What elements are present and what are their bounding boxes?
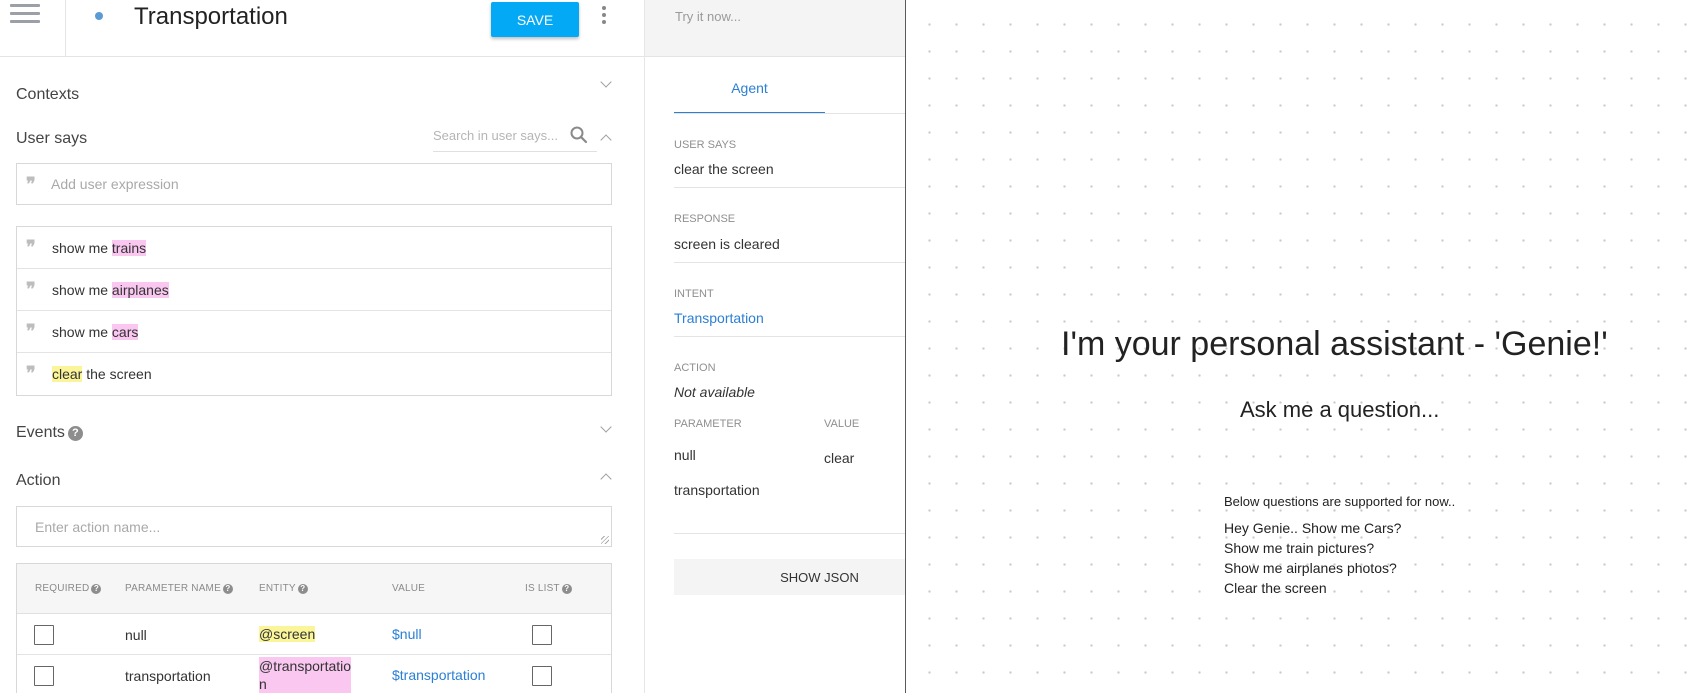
intent-title[interactable]: Transportation (134, 3, 288, 31)
user-says-section-title[interactable]: User says (16, 130, 87, 148)
app-root: Transportation SAVE Contexts User says ❞… (0, 0, 1691, 693)
assistant-subtitle: Ask me a question... (1240, 397, 1440, 422)
try-it-input[interactable] (675, 9, 885, 24)
supported-question: Show me train pictures? (1224, 540, 1375, 556)
add-expression-input[interactable] (51, 176, 591, 192)
test-console: Agent USER SAYS clear the screen RESPONS… (645, 0, 905, 693)
table-row: null @screen $null (17, 614, 611, 655)
param-name: transportation (674, 482, 760, 498)
entity-highlight[interactable]: clear (52, 366, 83, 382)
divider (674, 336, 905, 337)
help-icon[interactable]: ? (297, 584, 308, 594)
list-item[interactable]: ❞ show me trains (17, 227, 611, 269)
menu-icon[interactable] (10, 4, 40, 26)
intent-link[interactable]: Transportation (674, 310, 764, 326)
expression-text: clear the screen (52, 366, 152, 382)
divider (674, 533, 905, 534)
tab-underline (674, 113, 905, 114)
quote-icon: ❞ (26, 363, 36, 384)
param-value: clear (824, 450, 855, 466)
action-name-input[interactable] (35, 519, 575, 535)
entity-cell[interactable]: @screen (259, 626, 316, 642)
expression-text: show me trains (52, 240, 147, 256)
help-icon[interactable]: ? (67, 426, 83, 441)
column-header-value: VALUE (392, 583, 426, 594)
help-icon[interactable]: ? (222, 584, 233, 594)
list-item[interactable]: ❞ clear the screen (17, 353, 611, 395)
value-cell[interactable]: $transportation (392, 667, 485, 683)
expression-text: show me airplanes (52, 282, 169, 298)
action-section-title[interactable]: Action (16, 472, 60, 490)
events-section-title[interactable]: Events? (16, 424, 83, 442)
chevron-up-icon[interactable] (600, 473, 612, 485)
column-header-parameter-name: PARAMETER NAME? (125, 583, 233, 594)
column-header-entity: ENTITY? (259, 583, 308, 594)
show-json-button[interactable]: SHOW JSON (674, 559, 905, 595)
list-item[interactable]: ❞ show me airplanes (17, 269, 611, 311)
response-value: screen is cleared (674, 236, 780, 252)
parameter-table: REQUIRED? PARAMETER NAME? ENTITY? VALUE … (16, 563, 612, 693)
value-cell[interactable]: $null (392, 626, 422, 642)
tab-agent[interactable]: Agent (674, 65, 825, 114)
is-list-checkbox[interactable] (532, 625, 552, 645)
user-says-search (433, 122, 597, 152)
is-list-checkbox[interactable] (532, 666, 552, 686)
supported-question: Clear the screen (1224, 580, 1327, 596)
user-says-label: USER SAYS (674, 139, 737, 151)
save-button[interactable]: SAVE (491, 2, 579, 37)
column-header-is-list: IS LIST? (525, 583, 572, 594)
quote-icon: ❞ (26, 174, 36, 195)
required-checkbox[interactable] (34, 666, 54, 686)
parameter-name-cell[interactable]: null (125, 627, 147, 643)
more-vertical-icon[interactable] (600, 6, 608, 26)
table-row: transportation @transportatio n $transpor… (17, 655, 611, 693)
entity-highlight[interactable]: trains (111, 240, 147, 256)
action-name-box (16, 506, 612, 547)
search-icon[interactable] (569, 125, 589, 145)
assistant-preview: I'm your personal assistant - 'Genie!' A… (906, 0, 1691, 693)
action-label: ACTION (674, 362, 716, 374)
entity-cell[interactable]: @transportatio n (259, 657, 352, 693)
parameter-name-cell[interactable]: transportation (125, 668, 211, 684)
user-says-value: clear the screen (674, 161, 774, 177)
quote-icon: ❞ (26, 237, 36, 258)
contexts-section-title[interactable]: Contexts (16, 86, 79, 104)
expression-text: show me cars (52, 324, 139, 340)
add-expression-box: ❞ (16, 163, 612, 205)
parameter-label: PARAMETER (674, 418, 742, 430)
try-it-bar (645, 0, 905, 57)
help-icon[interactable]: ? (91, 584, 102, 594)
help-icon[interactable]: ? (561, 584, 572, 594)
supported-questions-note: Below questions are supported for now.. (1224, 494, 1456, 509)
param-name: null (674, 447, 696, 463)
divider (674, 187, 905, 188)
quote-icon: ❞ (26, 321, 36, 342)
response-label: RESPONSE (674, 213, 736, 225)
resize-handle-icon[interactable] (601, 536, 609, 544)
chevron-down-icon[interactable] (600, 76, 612, 88)
header-divider (65, 0, 66, 57)
assistant-title: I'm your personal assistant - 'Genie!' (1061, 325, 1608, 363)
editor-header: Transportation SAVE (0, 0, 644, 57)
column-header-required: REQUIRED? (35, 583, 102, 594)
required-checkbox[interactable] (34, 625, 54, 645)
search-input[interactable] (433, 128, 563, 143)
chevron-up-icon[interactable] (600, 134, 612, 146)
intent-label: INTENT (674, 288, 714, 300)
chevron-down-icon[interactable] (600, 421, 612, 433)
supported-question: Show me airplanes photos? (1224, 560, 1397, 576)
expression-list: ❞ show me trains ❞ show me airplanes ❞ s… (16, 226, 612, 396)
divider (674, 262, 905, 263)
intent-status-dot (95, 12, 103, 20)
quote-icon: ❞ (26, 279, 36, 300)
intent-editor: Transportation SAVE Contexts User says ❞… (0, 0, 645, 693)
parameter-table-header: REQUIRED? PARAMETER NAME? ENTITY? VALUE … (17, 564, 611, 614)
action-value: Not available (674, 384, 755, 400)
value-label: VALUE (824, 418, 860, 430)
entity-highlight[interactable]: cars (111, 324, 139, 340)
entity-highlight[interactable]: airplanes (111, 282, 169, 298)
supported-question: Hey Genie.. Show me Cars? (1224, 520, 1402, 536)
list-item[interactable]: ❞ show me cars (17, 311, 611, 353)
